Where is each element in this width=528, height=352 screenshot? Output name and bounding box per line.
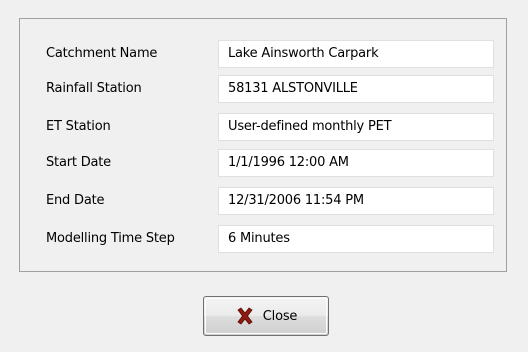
close-icon: [235, 306, 255, 326]
modelling-time-step-label: Modelling Time Step: [46, 231, 175, 246]
et-station-field[interactable]: User-defined monthly PET: [218, 113, 494, 141]
modelling-time-step-field[interactable]: 6 Minutes: [218, 225, 494, 253]
close-button-label: Close: [262, 308, 298, 324]
rainfall-station-label: Rainfall Station: [46, 81, 142, 96]
end-date-field[interactable]: 12/31/2006 11:54 PM: [218, 187, 494, 215]
end-date-label: End Date: [46, 193, 105, 208]
catchment-name-field[interactable]: Lake Ainsworth Carpark: [218, 40, 494, 68]
catchment-name-label: Catchment Name: [46, 46, 158, 61]
start-date-field[interactable]: 1/1/1996 12:00 AM: [218, 149, 494, 177]
close-icon-graphic: [237, 307, 253, 325]
x-mark-icon: [237, 307, 253, 325]
close-button[interactable]: Close: [203, 296, 329, 336]
rainfall-station-field[interactable]: 58131 ALSTONVILLE: [218, 75, 494, 103]
start-date-label: Start Date: [46, 155, 111, 170]
et-station-label: ET Station: [46, 119, 111, 134]
